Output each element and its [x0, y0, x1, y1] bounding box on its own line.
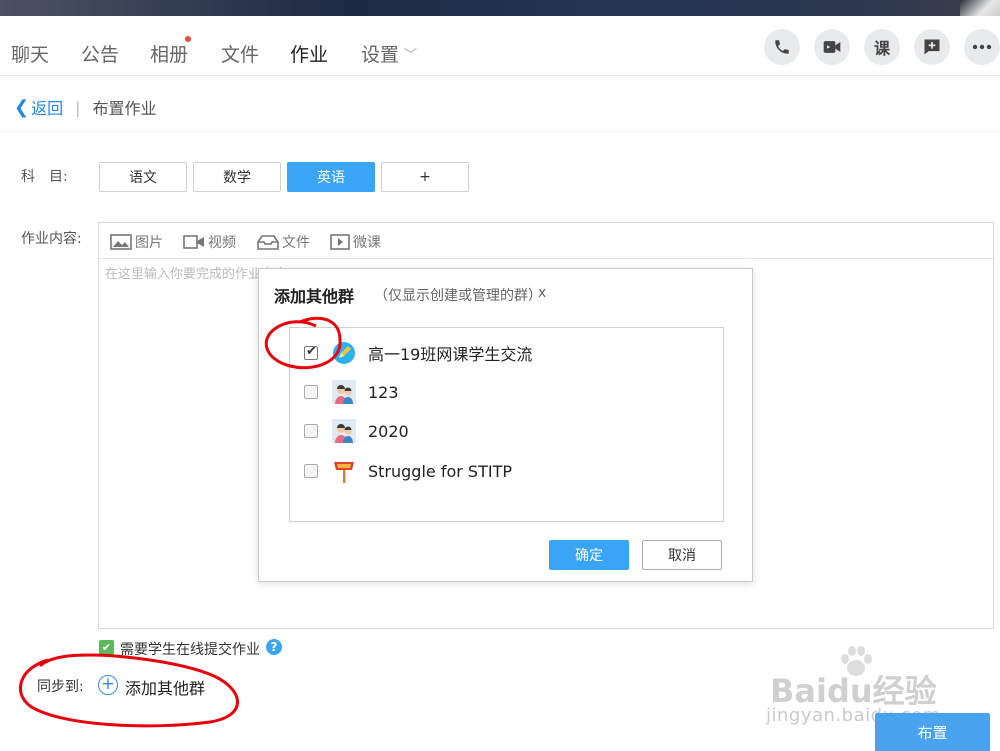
page-title: 布置作业 [92, 99, 157, 118]
add-group-dialog: 添加其他群 （仅显示创建或管理的群） x 高一19班网课学生交流 123 202… [258, 268, 753, 582]
tab-chat[interactable]: 聊天 [11, 40, 49, 67]
plus-circle-icon[interactable]: + [98, 675, 118, 695]
breadcrumb-separator: | [75, 97, 81, 117]
group-name: 123 [368, 382, 399, 402]
tab-announcement[interactable]: 公告 [81, 40, 119, 67]
subject-english-button[interactable]: 英语 [287, 162, 375, 192]
insert-image-button[interactable]: 图片 [110, 232, 163, 252]
subject-chinese-button[interactable]: 语文 [99, 162, 187, 192]
tab-homework[interactable]: 作业 [290, 40, 328, 67]
group-item[interactable]: 高一19班网课学生交流 [304, 341, 532, 365]
add-subject-button[interactable]: + [381, 162, 469, 192]
group-item[interactable]: 2020 [304, 419, 409, 443]
group-list: 高一19班网课学生交流 123 2020 Struggle for STITP [289, 327, 724, 522]
chevron-left-icon[interactable]: ❮ [14, 97, 29, 118]
subject-label: 科 目: [21, 169, 68, 185]
dialog-title: 添加其他群 [274, 287, 355, 306]
video-call-button[interactable] [814, 29, 850, 65]
insert-microlesson-button[interactable]: 微课 [330, 232, 381, 252]
subject-math-button[interactable]: 数学 [193, 162, 281, 192]
divider [0, 131, 1000, 132]
add-group-link[interactable]: 添加其他群 [125, 675, 205, 699]
more-dots-icon [972, 44, 992, 50]
course-icon: 课 [873, 39, 890, 58]
group-name: 2020 [368, 421, 409, 441]
sync-label: 同步到: [37, 679, 84, 695]
group-name: 高一19班网课学生交流 [368, 345, 533, 364]
group-checkbox[interactable] [304, 464, 318, 478]
content-label: 作业内容: [21, 231, 82, 247]
group-checkbox[interactable] [304, 385, 318, 399]
album-notify-dot [185, 36, 191, 42]
image-icon [110, 234, 132, 250]
tab-settings[interactable]: 设置 [361, 40, 399, 67]
video-icon [183, 235, 204, 249]
dialog-confirm-button[interactable]: 确定 [549, 540, 629, 570]
group-checkbox[interactable] [304, 424, 318, 438]
message-plus-icon [924, 39, 940, 55]
phone-call-button[interactable] [764, 29, 800, 65]
dialog-cancel-button[interactable]: 取消 [642, 540, 722, 570]
tab-files[interactable]: 文件 [221, 40, 259, 67]
window-corner [960, 0, 1000, 16]
publish-button[interactable]: 布置 [875, 713, 990, 751]
submit-online-checkbox[interactable]: ✔ [99, 640, 114, 655]
couple-avatar-icon [332, 380, 356, 404]
tab-album[interactable]: 相册 [150, 40, 188, 67]
pencil-avatar-icon [332, 341, 356, 365]
add-message-button[interactable] [914, 29, 950, 65]
video-label: 视频 [208, 235, 236, 251]
insert-video-button[interactable]: 视频 [183, 232, 236, 252]
course-button[interactable]: 课 [864, 29, 900, 65]
more-button[interactable] [964, 29, 1000, 65]
file-tray-icon [257, 235, 279, 250]
editor-toolbar: 图片 视频 文件 微课 [99, 223, 993, 259]
top-nav: 聊天 公告 相册 文件 作业 设置 ﹀ [0, 16, 1000, 76]
couple-avatar-icon [332, 419, 356, 443]
microlesson-label: 微课 [353, 235, 381, 251]
image-label: 图片 [135, 235, 163, 251]
group-name: Struggle for STITP [368, 461, 512, 481]
back-link[interactable]: 返回 [31, 95, 63, 119]
play-icon [330, 234, 350, 250]
file-label: 文件 [282, 235, 310, 251]
window-title-strip [0, 0, 1000, 16]
group-checkbox[interactable] [304, 344, 318, 360]
submit-online-label: 需要学生在线提交作业 [120, 642, 260, 658]
dialog-subtitle: （仅显示创建或管理的群） [374, 288, 542, 304]
phone-icon [775, 40, 789, 54]
dialog-close-button[interactable]: x [538, 285, 546, 301]
sign-avatar-icon [332, 459, 356, 483]
insert-file-button[interactable]: 文件 [257, 232, 310, 252]
chevron-down-icon[interactable]: ﹀ [404, 44, 417, 63]
breadcrumb: ❮ 返回 | 布置作业 [14, 95, 157, 119]
help-icon[interactable]: ? [266, 639, 282, 655]
group-item[interactable]: Struggle for STITP [304, 459, 512, 483]
group-item[interactable]: 123 [304, 380, 399, 404]
video-camera-icon [823, 41, 841, 53]
